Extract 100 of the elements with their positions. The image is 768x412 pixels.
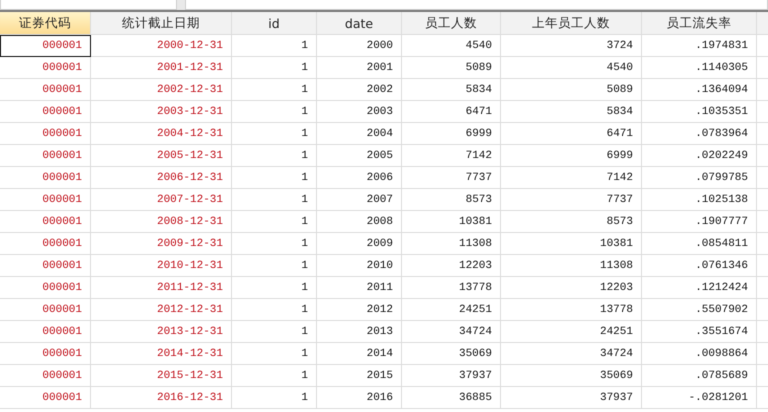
table-cell[interactable]: 2001-12-31 (91, 57, 232, 79)
table-cell[interactable]: 8573 (501, 211, 642, 233)
table-cell[interactable]: 11308 (402, 233, 501, 255)
table-cell[interactable]: 10381 (402, 211, 501, 233)
table-cell[interactable]: 2001 (317, 57, 402, 79)
table-row[interactable]: 000001 2012-12-31 1 2012 24251 13778 .5507902 (0, 299, 768, 321)
table-cell[interactable]: 10381 (501, 233, 642, 255)
table-row[interactable]: 000001 2014-12-31 1 2014 35069 34724 .0098864 (0, 343, 768, 365)
table-cell[interactable]: 24251 (402, 299, 501, 321)
table-cell[interactable]: 2008-12-31 (91, 211, 232, 233)
table-cell[interactable]: 6999 (501, 145, 642, 167)
table-row[interactable]: 000001 2009-12-31 1 2009 11308 10381 .0854811 (0, 233, 768, 255)
table-cell[interactable]: 2005-12-31 (91, 145, 232, 167)
column-header[interactable]: 员工流失率 (642, 12, 757, 35)
table-cell[interactable]: 000001 (0, 79, 91, 101)
table-cell[interactable]: 3724 (501, 35, 642, 57)
table-cell[interactable]: 1 (232, 233, 317, 255)
table-row[interactable]: 000001 2011-12-31 1 2011 13778 12203 .1212424 (0, 277, 768, 299)
table-cell[interactable]: 1 (232, 255, 317, 277)
table-cell[interactable]: 2006-12-31 (91, 167, 232, 189)
table-cell[interactable]: 2010 (317, 255, 402, 277)
table-cell[interactable]: 12203 (402, 255, 501, 277)
table-cell[interactable]: 000001 (0, 299, 91, 321)
table-cell[interactable]: 2005 (317, 145, 402, 167)
table-cell[interactable]: 13778 (501, 299, 642, 321)
table-cell[interactable]: 2000-12-31 (91, 35, 232, 57)
table-cell[interactable]: 2003-12-31 (91, 101, 232, 123)
table-row[interactable]: 000001 2001-12-31 1 2001 5089 4540 .1140305 (0, 57, 768, 79)
table-cell[interactable]: 2002 (317, 79, 402, 101)
table-cell[interactable]: 12203 (501, 277, 642, 299)
table-cell[interactable]: 2004 (317, 123, 402, 145)
table-cell[interactable]: 1 (232, 145, 317, 167)
table-cell[interactable]: 000001 (0, 123, 91, 145)
table-cell[interactable]: 1 (232, 211, 317, 233)
table-cell[interactable]: 2011 (317, 277, 402, 299)
table-cell[interactable]: 2014 (317, 343, 402, 365)
table-cell[interactable]: 000001 (0, 189, 91, 211)
column-header[interactable]: date (317, 12, 402, 35)
table-cell[interactable]: 000001 (0, 145, 91, 167)
column-header[interactable]: 员工人数 (402, 12, 501, 35)
table-cell[interactable]: 34724 (402, 321, 501, 343)
table-cell[interactable]: 5089 (501, 79, 642, 101)
table-cell[interactable]: 2006 (317, 167, 402, 189)
table-cell[interactable]: 5089 (402, 57, 501, 79)
table-cell[interactable]: 2015-12-31 (91, 365, 232, 387)
column-header[interactable]: 统计截止日期 (91, 12, 232, 35)
table-cell[interactable]: 35069 (501, 365, 642, 387)
table-cell[interactable]: 2009 (317, 233, 402, 255)
table-cell[interactable]: 2013-12-31 (91, 321, 232, 343)
table-cell[interactable]: 2009-12-31 (91, 233, 232, 255)
table-cell[interactable]: 000001 (0, 101, 91, 123)
column-header[interactable]: 证券代码 (0, 12, 91, 35)
table-cell[interactable]: 000001 (0, 365, 91, 387)
table-cell[interactable]: 2004-12-31 (91, 123, 232, 145)
column-header[interactable]: id (232, 12, 317, 35)
table-cell[interactable]: 1 (232, 387, 317, 409)
table-cell[interactable]: 1 (232, 79, 317, 101)
table-cell[interactable]: 2011-12-31 (91, 277, 232, 299)
table-cell[interactable]: 000001 (0, 233, 91, 255)
table-cell[interactable]: 8573 (402, 189, 501, 211)
table-row[interactable]: 000001 2013-12-31 1 2013 34724 24251 .3551674 (0, 321, 768, 343)
table-cell[interactable]: 1 (232, 189, 317, 211)
table-cell[interactable]: 1 (232, 123, 317, 145)
table-cell[interactable]: 2012-12-31 (91, 299, 232, 321)
column-header[interactable]: 上年员工人数 (501, 12, 642, 35)
table-cell[interactable]: 000001 (0, 277, 91, 299)
table-cell[interactable]: 000001 (0, 255, 91, 277)
table-cell[interactable]: 2015 (317, 365, 402, 387)
table-cell[interactable]: 2012 (317, 299, 402, 321)
table-cell[interactable]: 000001 (0, 167, 91, 189)
table-cell[interactable]: 000001 (0, 57, 91, 79)
table-row[interactable]: 000001 2016-12-31 1 2016 36885 37937 -.0281201 (0, 387, 768, 409)
table-row[interactable]: 000001 2003-12-31 1 2003 6471 5834 .1035351 (0, 101, 768, 123)
table-cell[interactable]: 24251 (501, 321, 642, 343)
table-cell[interactable]: 7142 (402, 145, 501, 167)
table-cell[interactable]: 35069 (402, 343, 501, 365)
table-row[interactable]: 000001 2004-12-31 1 2004 6999 6471 .0783964 (0, 123, 768, 145)
table-cell[interactable]: 1 (232, 57, 317, 79)
table-cell[interactable]: 1 (232, 167, 317, 189)
table-cell[interactable]: 36885 (402, 387, 501, 409)
table-cell[interactable]: 5834 (402, 79, 501, 101)
table-row[interactable]: 000001 2000-12-31 1 2000 4540 3724 .1974831 (0, 35, 768, 57)
table-cell[interactable]: 2002-12-31 (91, 79, 232, 101)
table-cell[interactable]: 1 (232, 101, 317, 123)
table-cell[interactable]: 2000 (317, 35, 402, 57)
table-cell[interactable]: 7737 (501, 189, 642, 211)
table-row[interactable]: 000001 2002-12-31 1 2002 5834 5089 .1364094 (0, 79, 768, 101)
table-cell[interactable]: 7142 (501, 167, 642, 189)
table-cell[interactable]: 1 (232, 343, 317, 365)
table-cell[interactable]: 2007-12-31 (91, 189, 232, 211)
table-cell[interactable]: 1 (232, 321, 317, 343)
table-cell[interactable]: 2013 (317, 321, 402, 343)
table-row[interactable]: 000001 2008-12-31 1 2008 10381 8573 .1907777 (0, 211, 768, 233)
table-cell[interactable]: 2016 (317, 387, 402, 409)
table-cell[interactable]: 1 (232, 35, 317, 57)
table-cell[interactable]: 000001 (0, 387, 91, 409)
table-cell[interactable]: 1 (232, 299, 317, 321)
table-row[interactable]: 000001 2015-12-31 1 2015 37937 35069 .0785689 (0, 365, 768, 387)
table-row[interactable]: 000001 2005-12-31 1 2005 7142 6999 .0202249 (0, 145, 768, 167)
table-cell[interactable]: 5834 (501, 101, 642, 123)
